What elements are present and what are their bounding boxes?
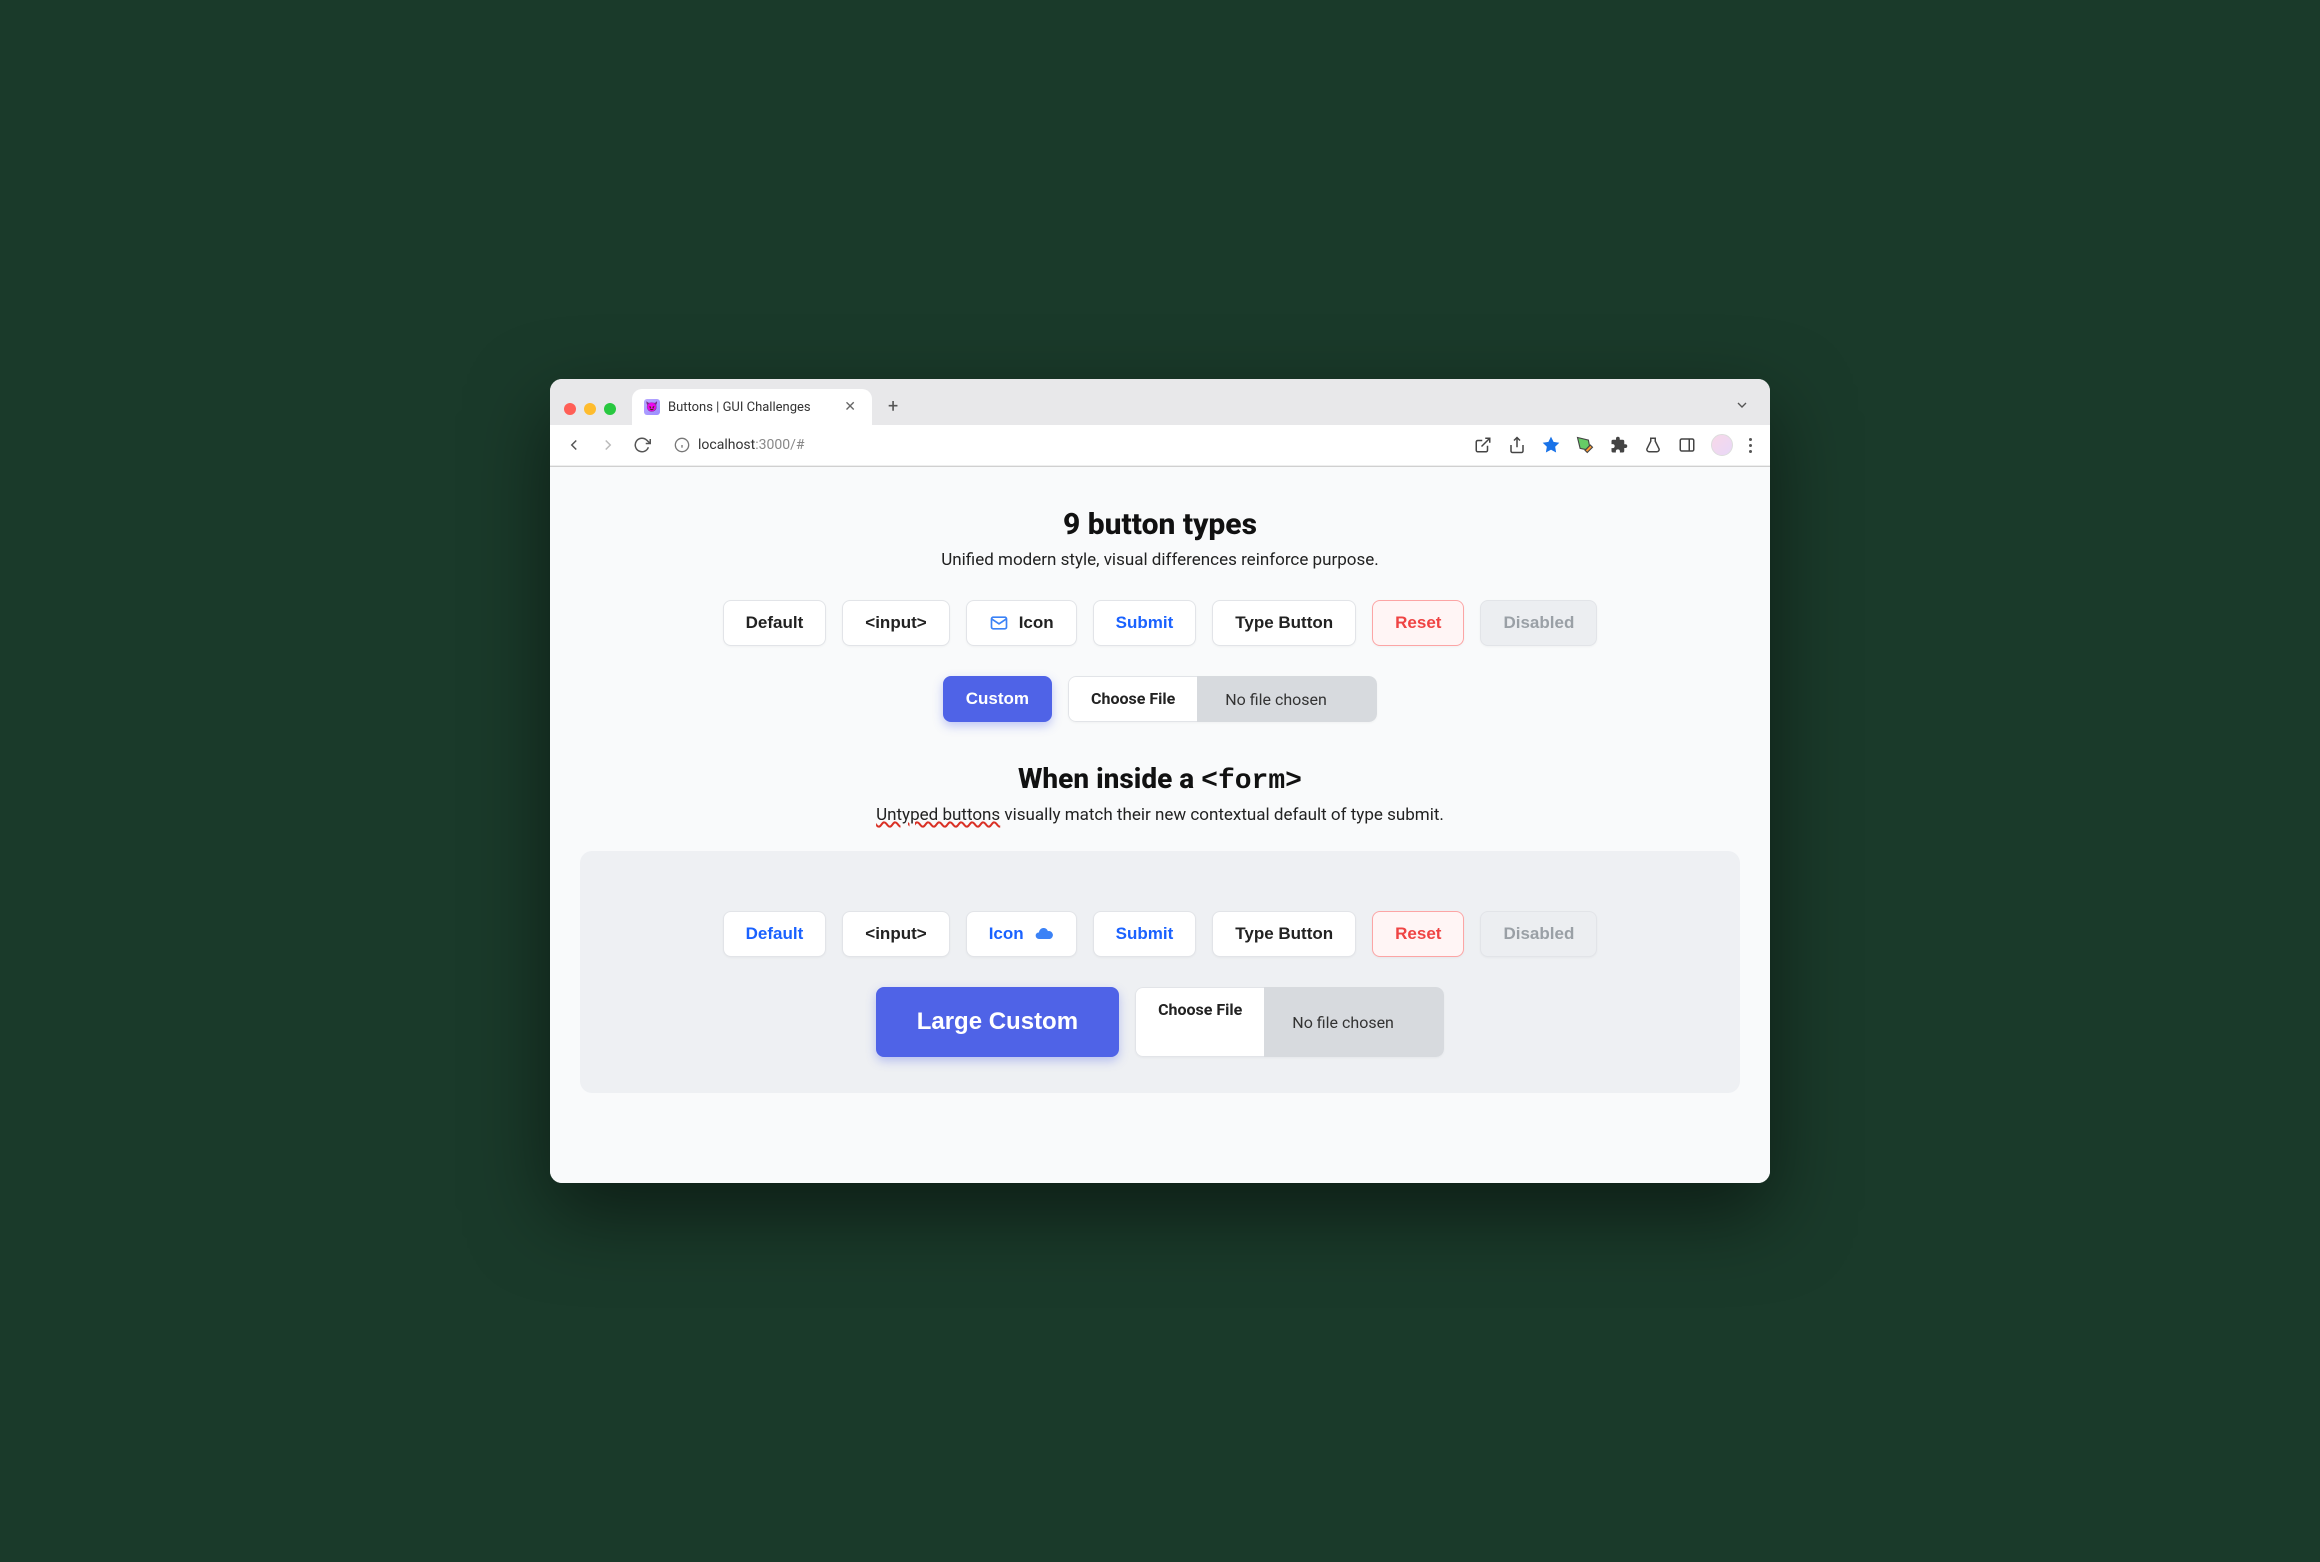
extensions-puzzle-icon[interactable] [1609,435,1629,455]
large-custom-button[interactable]: Large Custom [876,987,1119,1057]
icon-button-label: Icon [1019,613,1054,633]
type-button[interactable]: Type Button [1212,600,1356,646]
minimize-window-button[interactable] [584,403,596,415]
submit-button[interactable]: Submit [1093,600,1197,646]
form-input-button[interactable]: <input> [842,911,949,957]
form-icon-button-label: Icon [989,924,1024,944]
form-disabled-button: Disabled [1480,911,1597,957]
back-button[interactable] [562,433,586,457]
browser-chrome: 😈 Buttons | GUI Challenges ✕ + [550,379,1770,467]
tab-favicon-icon: 😈 [644,399,660,415]
section-title: When inside a <form> [580,762,1740,797]
tabs-menu-button[interactable] [1734,398,1750,417]
form-file-status-label: No file chosen [1264,987,1444,1057]
reset-button[interactable]: Reset [1372,600,1464,646]
bookmark-star-icon[interactable] [1541,435,1561,455]
close-tab-button[interactable]: ✕ [840,399,860,415]
form-default-button[interactable]: Default [723,911,827,957]
file-status-label: No file chosen [1197,676,1377,722]
address-bar[interactable]: localhost:3000/# [664,433,1463,457]
browser-toolbar: localhost:3000/# [550,425,1770,466]
open-external-icon[interactable] [1473,435,1493,455]
cloud-icon [1034,924,1054,944]
section-subtitle: Unified modern style, visual differences… [580,550,1740,570]
new-tab-button[interactable]: + [880,396,906,425]
tab-title: Buttons | GUI Challenges [668,400,832,415]
default-button[interactable]: Default [723,600,827,646]
section-inside-form: When inside a <form> Untyped buttons vis… [580,762,1740,1093]
form-reset-button[interactable]: Reset [1372,911,1464,957]
input-button[interactable]: <input> [842,600,949,646]
section-subtitle: Untyped buttons visually match their new… [580,805,1740,825]
close-window-button[interactable] [564,403,576,415]
form-icon-button[interactable]: Icon [966,911,1077,957]
browser-menu-button[interactable] [1747,436,1754,455]
button-row-1: Default <input> Icon Submit Type Button … [580,600,1740,646]
labs-flask-icon[interactable] [1643,435,1663,455]
file-input[interactable]: Choose File No file chosen [1068,676,1377,722]
forward-button[interactable] [596,433,620,457]
profile-avatar[interactable] [1711,434,1733,456]
extension-pencil-icon[interactable] [1575,435,1595,455]
custom-button[interactable]: Custom [943,676,1052,722]
form-choose-file-button[interactable]: Choose File [1135,987,1264,1057]
page-content: 9 button types Unified modern style, vis… [550,467,1770,1183]
toolbar-actions [1473,434,1758,456]
browser-tab[interactable]: 😈 Buttons | GUI Challenges ✕ [632,389,872,425]
url-text: localhost:3000/# [698,437,805,453]
section-button-types: 9 button types Unified modern style, vis… [580,507,1740,722]
form-type-button[interactable]: Type Button [1212,911,1356,957]
maximize-window-button[interactable] [604,403,616,415]
disabled-button: Disabled [1480,600,1597,646]
icon-button[interactable]: Icon [966,600,1077,646]
section-title: 9 button types [580,507,1740,542]
window-controls [564,403,624,425]
choose-file-button[interactable]: Choose File [1068,676,1197,722]
share-icon[interactable] [1507,435,1527,455]
site-info-icon[interactable] [674,437,690,453]
form-submit-button[interactable]: Submit [1093,911,1197,957]
reload-button[interactable] [630,433,654,457]
form-panel: Default <input> Icon Submit Type Button … [580,851,1740,1093]
side-panel-icon[interactable] [1677,435,1697,455]
form-file-input[interactable]: Choose File No file chosen [1135,987,1444,1057]
tab-strip: 😈 Buttons | GUI Challenges ✕ + [550,379,1770,425]
form-button-row-2: Large Custom Choose File No file chosen [600,987,1720,1057]
mail-icon [989,613,1009,633]
browser-window: 😈 Buttons | GUI Challenges ✕ + [550,379,1770,1183]
button-row-2: Custom Choose File No file chosen [580,676,1740,722]
form-button-row-1: Default <input> Icon Submit Type Button … [600,911,1720,957]
